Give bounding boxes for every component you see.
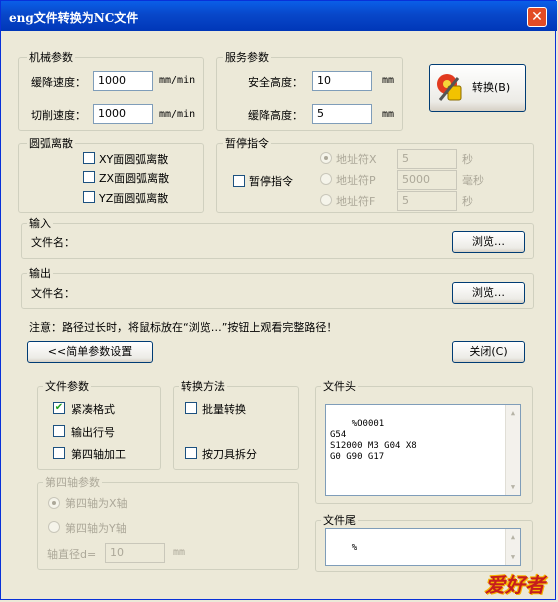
addr-f-label: 地址符F xyxy=(336,195,376,208)
output-browse-button[interactable]: 浏览… xyxy=(452,282,525,304)
axis-diameter-input[interactable]: 10 xyxy=(105,543,165,563)
fourth-axis-title: 第四轴参数 xyxy=(43,474,102,490)
addr-x-input[interactable]: 5 xyxy=(397,149,457,169)
safe-height-input[interactable]: 10 xyxy=(312,71,372,91)
window-title: eng文件转换为NC文件 xyxy=(9,11,139,25)
file-head-textarea[interactable]: %O0001 G54 S12000 M3 G04 X8 G0 G90 G17 ▲… xyxy=(325,404,521,496)
file-tail-text: % xyxy=(351,543,358,553)
tail-scroll-up-icon[interactable]: ▲ xyxy=(507,530,519,544)
path-note: 注意：路径过长时，将鼠标放在“浏览…”按钮上观看完整路径！ xyxy=(29,321,338,334)
scroll-up-icon[interactable]: ▲ xyxy=(507,406,519,420)
axis-x-radio[interactable] xyxy=(48,497,60,509)
service-params-group xyxy=(216,57,403,131)
cut-speed-unit: mm/min xyxy=(159,109,196,120)
input-browse-button[interactable]: 浏览… xyxy=(452,231,525,253)
simple-params-button[interactable]: <<简单参数设置 xyxy=(27,341,153,363)
mech-params-title: 机械参数 xyxy=(27,49,75,65)
down-height-label: 缓降高度： xyxy=(248,109,303,122)
pause-title: 暂停指令 xyxy=(223,135,271,151)
axis-y-label: 第四轴为Y轴 xyxy=(65,522,127,535)
input-filename-label: 文件名： xyxy=(31,236,75,249)
scroll-down-icon[interactable]: ▼ xyxy=(507,480,519,494)
watermark-logo: 爱好者 xyxy=(425,569,545,597)
output-filename-label: 文件名： xyxy=(31,287,75,300)
close-button[interactable]: 关闭(C) xyxy=(452,341,525,363)
fourth-axis-label: 第四轴加工 xyxy=(71,448,126,461)
feed-down-label: 缓降速度： xyxy=(31,76,86,89)
line-number-checkbox[interactable] xyxy=(53,425,65,437)
service-params-title: 服务参数 xyxy=(223,49,271,65)
file-tail-title: 文件尾 xyxy=(321,512,358,528)
watermark-text: 爱好者 xyxy=(485,573,545,597)
addr-f-input[interactable]: 5 xyxy=(397,191,457,211)
addr-x-radio[interactable] xyxy=(320,152,332,164)
line-number-label: 输出行号 xyxy=(71,426,115,439)
cut-speed-input[interactable]: 1000 xyxy=(93,104,153,124)
zx-arc-checkbox[interactable] xyxy=(83,171,95,183)
down-height-unit: mm xyxy=(382,109,395,120)
safe-height-unit: mm xyxy=(382,75,395,86)
batch-convert-label: 批量转换 xyxy=(202,403,246,416)
file-params-title: 文件参数 xyxy=(43,378,91,394)
input-title: 输入 xyxy=(27,215,53,231)
file-tail-textarea[interactable]: % ▲ ▼ xyxy=(325,528,521,566)
pause-check-label: 暂停指令 xyxy=(249,175,293,188)
addr-x-label: 地址符X xyxy=(336,153,377,166)
addr-f-radio[interactable] xyxy=(320,194,332,206)
tail-scroll-down-icon[interactable]: ▼ xyxy=(507,550,519,564)
compact-format-label: 紧凑格式 xyxy=(71,403,115,416)
arc-discrete-title: 圆弧离散 xyxy=(27,135,75,151)
axis-diameter-label: 轴直径d= xyxy=(47,548,97,561)
yz-arc-label: YZ面圆弧离散 xyxy=(99,192,169,205)
addr-p-unit: 毫秒 xyxy=(462,174,484,187)
yz-arc-checkbox[interactable] xyxy=(83,191,95,203)
feed-down-input[interactable]: 1000 xyxy=(93,71,153,91)
addr-p-radio[interactable] xyxy=(320,173,332,185)
axis-y-radio[interactable] xyxy=(48,521,60,533)
convert-button[interactable]: 转换(B) xyxy=(429,64,526,112)
fourth-axis-checkbox[interactable] xyxy=(53,447,65,459)
close-window-button[interactable]: ✕ xyxy=(527,7,547,27)
convert-method-title: 转换方法 xyxy=(179,378,227,394)
addr-x-unit: 秒 xyxy=(462,153,473,166)
pause-checkbox[interactable] xyxy=(233,175,245,187)
file-head-text: %O0001 G54 S12000 M3 G04 X8 G0 G90 G17 xyxy=(330,419,417,462)
axis-x-label: 第四轴为X轴 xyxy=(65,497,128,510)
dialog-window: eng文件转换为NC文件 ✕ 机械参数 缓降速度： 1000 mm/min 切削… xyxy=(0,0,557,600)
addr-p-label: 地址符P xyxy=(336,174,376,187)
convert-button-label: 转换(B) xyxy=(472,81,511,94)
file-tail-scrollbar[interactable]: ▲ ▼ xyxy=(505,529,520,565)
compact-format-checkbox[interactable]: ✔ xyxy=(53,402,65,414)
xy-arc-label: XY面圆弧离散 xyxy=(99,153,169,166)
axis-diameter-unit: mm xyxy=(173,547,186,558)
file-head-scrollbar[interactable]: ▲ ▼ xyxy=(505,405,520,495)
cut-speed-label: 切削速度： xyxy=(31,109,86,122)
title-bar[interactable]: eng文件转换为NC文件 ✕ xyxy=(1,1,557,31)
split-by-tool-label: 按刀具拆分 xyxy=(202,448,257,461)
split-by-tool-checkbox[interactable] xyxy=(185,447,197,459)
convert-tool-icon xyxy=(436,72,466,104)
addr-p-input[interactable]: 5000 xyxy=(397,170,457,190)
safe-height-label: 安全高度： xyxy=(248,76,303,89)
file-head-title: 文件头 xyxy=(321,378,358,394)
addr-f-unit: 秒 xyxy=(462,195,473,208)
xy-arc-checkbox[interactable] xyxy=(83,152,95,164)
zx-arc-label: ZX面圆弧离散 xyxy=(99,172,170,185)
output-title: 输出 xyxy=(27,265,53,281)
batch-convert-checkbox[interactable] xyxy=(185,402,197,414)
feed-down-unit: mm/min xyxy=(159,75,196,86)
down-height-input[interactable]: 5 xyxy=(312,104,372,124)
